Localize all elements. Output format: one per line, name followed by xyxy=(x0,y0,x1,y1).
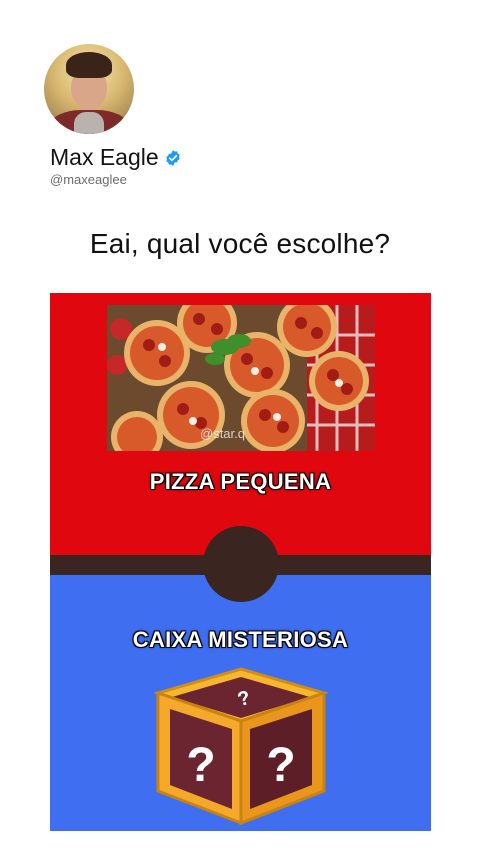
avatar-hair xyxy=(66,52,112,78)
verified-badge-icon xyxy=(165,149,180,166)
profile-avatar[interactable] xyxy=(44,44,134,134)
watermark-text: @star.q xyxy=(200,426,245,441)
avatar-inner-shirt xyxy=(74,112,104,134)
option-bottom-label: CAIXA MISTERIOSA xyxy=(132,627,349,652)
svg-text:?: ? xyxy=(186,739,215,792)
post-text: Eai, qual você escolhe? xyxy=(89,228,391,259)
mystery-box-icon: ? ? ? xyxy=(154,667,328,826)
post-image-card[interactable]: @star.q PIZZA PEQUENA CAIXA MISTERIOSA ?… xyxy=(50,293,431,831)
center-button-circle xyxy=(203,526,279,602)
author-handle[interactable]: @maxeaglee xyxy=(50,172,127,187)
option-top-label: PIZZA PEQUENA xyxy=(149,469,332,494)
svg-text:?: ? xyxy=(266,739,295,792)
author-name[interactable]: Max Eagle xyxy=(50,144,159,171)
author-name-row[interactable]: Max Eagle xyxy=(50,144,182,171)
